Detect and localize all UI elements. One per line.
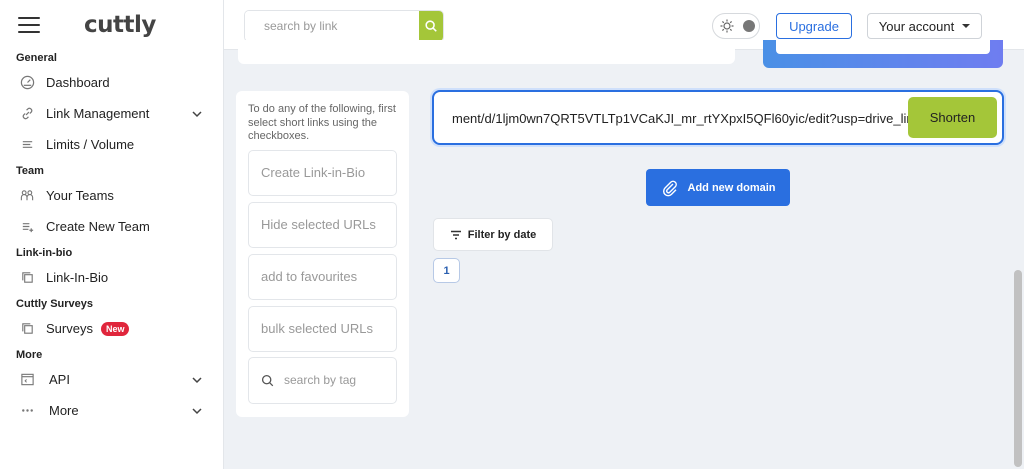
- logo[interactable]: cuttly: [84, 12, 156, 38]
- sidebar-item-label: Link-In-Bio: [46, 270, 109, 285]
- sidebar-item-dashboard[interactable]: Dashboard: [0, 67, 223, 98]
- sidebar-item-limits-volume[interactable]: Limits / Volume: [0, 129, 223, 160]
- sun-icon: [720, 19, 734, 33]
- section-title-more: More: [16, 349, 43, 361]
- bulk-actions-note: To do any of the following, first select…: [248, 103, 396, 142]
- hide-selected-urls-button[interactable]: Hide selected URLs: [248, 201, 397, 248]
- add-new-domain-button[interactable]: Add new domain: [646, 169, 790, 206]
- sidebar-item-label: Surveys: [46, 321, 93, 336]
- upgrade-button[interactable]: Upgrade: [776, 13, 852, 39]
- sidebar-item-label: Dashboard: [46, 75, 110, 90]
- section-title-link-in-bio: Link-in-bio: [16, 247, 73, 259]
- filter-by-date-button[interactable]: Filter by date: [433, 218, 553, 251]
- tag-search: [248, 356, 397, 404]
- people-icon: [19, 188, 35, 204]
- search-button[interactable]: [419, 11, 443, 41]
- sidebar-item-your-teams[interactable]: Your Teams: [0, 180, 223, 211]
- sidebar: cuttly General Dashboard Link Management…: [0, 0, 224, 469]
- bulk-selected-urls-button[interactable]: bulk selected URLs: [248, 305, 397, 352]
- search-icon: [261, 374, 274, 386]
- theme-toggle[interactable]: [712, 13, 760, 39]
- account-label: Your account: [878, 18, 955, 34]
- account-dropdown[interactable]: Your account: [867, 13, 982, 39]
- bulk-actions-panel: To do any of the following, first select…: [236, 91, 409, 417]
- new-badge: New: [100, 321, 130, 336]
- sidebar-item-create-new-team[interactable]: Create New Team: [0, 211, 223, 242]
- sidebar-item-link-in-bio[interactable]: Link-In-Bio: [0, 262, 223, 293]
- gauge-icon: [19, 75, 35, 91]
- sidebar-item-surveys[interactable]: Surveys New: [0, 313, 223, 344]
- add-new-domain-label: Add new domain: [687, 181, 776, 194]
- sidebar-item-label: More: [49, 403, 79, 418]
- section-title-general: General: [16, 52, 57, 64]
- link-search: [244, 10, 444, 42]
- chevron-down-icon: [191, 108, 203, 120]
- caret-down-icon: [962, 24, 971, 28]
- toggle-knob: [743, 20, 755, 32]
- stats-card-peek: [238, 40, 735, 64]
- sidebar-header: cuttly: [0, 0, 223, 50]
- long-url-input[interactable]: [452, 105, 912, 131]
- create-link-in-bio-button[interactable]: Create Link-in-Bio: [248, 149, 397, 196]
- sidebar-item-label: Create New Team: [46, 219, 150, 234]
- link-icon: [19, 106, 35, 122]
- dots-icon: [19, 403, 35, 419]
- search-icon: [425, 20, 437, 32]
- promo-card-peek: [763, 40, 1003, 68]
- tag-search-input[interactable]: [284, 373, 394, 387]
- section-title-cuttly-surveys: Cuttly Surveys: [16, 298, 94, 310]
- chevron-down-icon: [191, 405, 203, 417]
- sidebar-item-more[interactable]: More: [0, 395, 223, 426]
- link-search-input[interactable]: [245, 11, 419, 41]
- url-shortener: Shorten: [432, 90, 1004, 145]
- sidebar-item-api[interactable]: API: [0, 364, 223, 395]
- section-title-team: Team: [16, 165, 44, 177]
- chevron-down-icon: [191, 374, 203, 386]
- code-window-icon: [19, 372, 35, 388]
- filter-icon: [450, 230, 462, 240]
- sidebar-item-label: Link Management: [46, 106, 150, 121]
- hamburger-menu-icon[interactable]: [18, 17, 40, 33]
- pagination-page-1[interactable]: 1: [433, 258, 460, 283]
- sidebar-item-label: API: [49, 372, 70, 387]
- shorten-button[interactable]: Shorten: [908, 97, 997, 138]
- sidebar-item-link-management[interactable]: Link Management: [0, 98, 223, 129]
- list-add-icon: [19, 219, 35, 235]
- paperclip-icon: [661, 179, 679, 197]
- layers-icon: [19, 321, 35, 337]
- filter-by-date-label: Filter by date: [467, 228, 537, 241]
- sidebar-item-label: Limits / Volume: [46, 137, 135, 152]
- layers-icon: [19, 270, 35, 286]
- promo-card-inner: [776, 40, 990, 54]
- page-scrollbar[interactable]: [1014, 270, 1022, 467]
- sidebar-item-label: Your Teams: [46, 188, 114, 203]
- add-to-favourites-button[interactable]: add to favourites: [248, 253, 397, 300]
- lines-icon: [19, 137, 35, 153]
